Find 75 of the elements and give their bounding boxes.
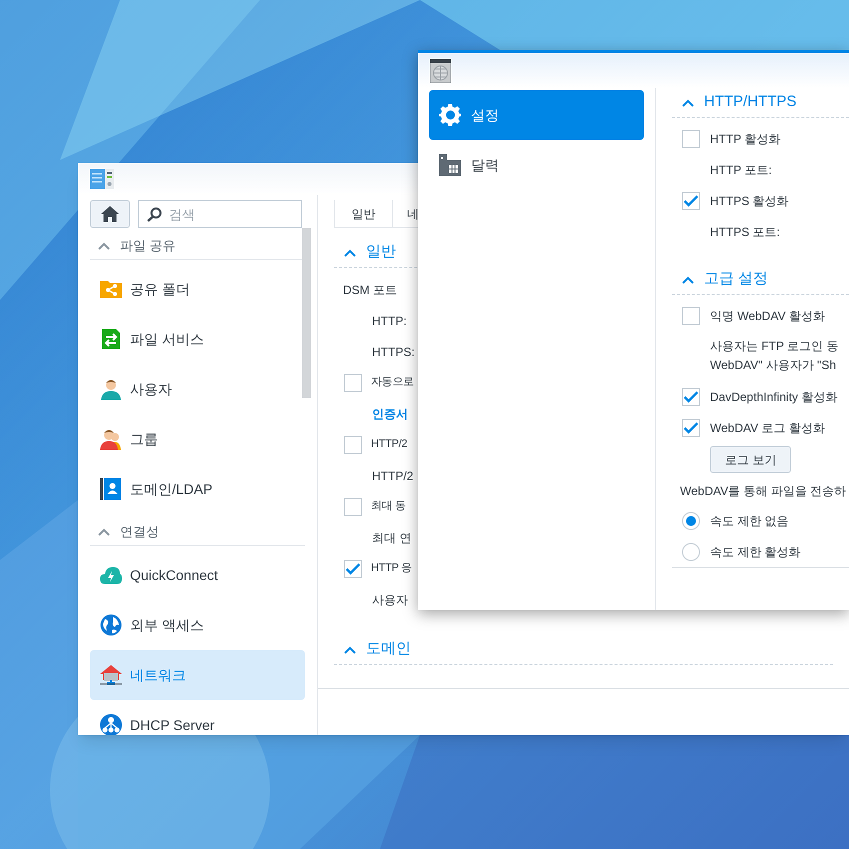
- globe-icon: [430, 58, 451, 82]
- checkbox-label: DavDepthInfinity 활성화: [710, 388, 838, 406]
- checkbox-label: HTTP 활성화: [710, 130, 780, 148]
- sidebar-item[interactable]: QuickConnect: [90, 550, 305, 600]
- field-group-label: DSM 포트: [343, 282, 397, 298]
- checkbox-label: HTTPS 활성화: [710, 192, 789, 210]
- search-icon: [147, 207, 162, 222]
- radio-label: 속도 제한 없음: [710, 512, 789, 530]
- view-log-button[interactable]: 로그 보기: [710, 446, 792, 473]
- section-title: 도메인: [366, 639, 411, 660]
- home-button[interactable]: [90, 200, 130, 228]
- sidebar-item[interactable]: 외부 액세스: [90, 600, 305, 650]
- checkbox-label: HTTP/2: [371, 437, 408, 452]
- checkbox[interactable]: [344, 436, 362, 454]
- chevron-up-icon: [344, 248, 356, 256]
- field-label: HTTPS:: [372, 344, 415, 360]
- sidebar-item[interactable]: DHCP Server: [90, 700, 305, 735]
- id-card-icon: [100, 478, 122, 500]
- checkbox[interactable]: [682, 388, 700, 406]
- field-label: HTTPS 포트:: [710, 224, 780, 240]
- radio-label: 속도 제한 활성화: [710, 544, 801, 560]
- chevron-up-icon: [98, 242, 110, 250]
- settings-icon: [439, 104, 461, 126]
- description-text: WebDAV" 사용자가 "Sh: [710, 357, 838, 374]
- description-text: WebDAV를 통해 파일을 전송하: [680, 482, 846, 500]
- section-title: 고급 설정: [704, 269, 768, 290]
- field-label: 사용자: [372, 592, 408, 608]
- folder-icon: [100, 278, 122, 300]
- sidebar-item[interactable]: 사용자: [90, 364, 305, 414]
- checkbox-label: 익명 WebDAV 활성화: [710, 308, 825, 324]
- sidebar-item[interactable]: 도메인/LDAP: [90, 464, 305, 514]
- checkbox-label: 자동으로: [371, 375, 414, 390]
- globe-icon: [100, 614, 122, 636]
- group-title: 연결성: [120, 522, 159, 541]
- checkbox[interactable]: [682, 130, 700, 148]
- checkbox[interactable]: [344, 374, 362, 392]
- description-text: 사용자는 FTP 로그인 동: [710, 338, 840, 355]
- sidebar-item[interactable]: 설정: [429, 90, 644, 140]
- radio-button[interactable]: [682, 542, 700, 560]
- checkbox-label: 최대 동: [371, 499, 406, 514]
- section-title: HTTP/HTTPS: [704, 92, 796, 112]
- group-icon: [100, 428, 122, 450]
- home-icon: [101, 206, 119, 222]
- checkbox[interactable]: [682, 306, 700, 324]
- chevron-up-icon: [344, 646, 356, 654]
- checkbox-label: HTTP 응: [371, 561, 412, 576]
- search-field[interactable]: 검색: [138, 200, 302, 228]
- certificate-link[interactable]: 인증서: [372, 404, 408, 422]
- checkbox[interactable]: [682, 418, 700, 436]
- field-label: 최대 연: [372, 530, 412, 546]
- control-panel-icon: [90, 168, 114, 190]
- checkbox[interactable]: [344, 560, 362, 578]
- tab[interactable]: 일반: [334, 200, 392, 228]
- field-label: HTTP:: [372, 312, 407, 330]
- calendar-icon: [439, 154, 461, 176]
- chevron-up-icon: [682, 98, 694, 106]
- house-network-icon: [100, 664, 122, 686]
- user-icon: [100, 378, 122, 400]
- checkbox[interactable]: [344, 498, 362, 516]
- file-arrows-icon: [100, 328, 122, 350]
- radio-button[interactable]: [682, 512, 700, 530]
- checkbox-label: WebDAV 로그 활성화: [710, 420, 825, 436]
- sidebar-item[interactable]: 그룹: [90, 414, 305, 464]
- checkbox[interactable]: [682, 192, 700, 210]
- cloud-icon: [100, 564, 122, 586]
- chevron-up-icon: [682, 276, 694, 284]
- scrollbar[interactable]: [302, 228, 311, 398]
- sidebar-item[interactable]: 파일 서비스: [90, 314, 305, 364]
- field-label: HTTP/2: [372, 468, 414, 484]
- group-title: 파일 공유: [120, 236, 176, 255]
- chevron-up-icon: [98, 528, 110, 536]
- section-title: 일반: [366, 242, 396, 262]
- sidebar-item[interactable]: 달력: [429, 140, 644, 190]
- sidebar-item[interactable]: 공유 폴더: [90, 264, 305, 314]
- field-label: HTTP 포트:: [710, 162, 772, 178]
